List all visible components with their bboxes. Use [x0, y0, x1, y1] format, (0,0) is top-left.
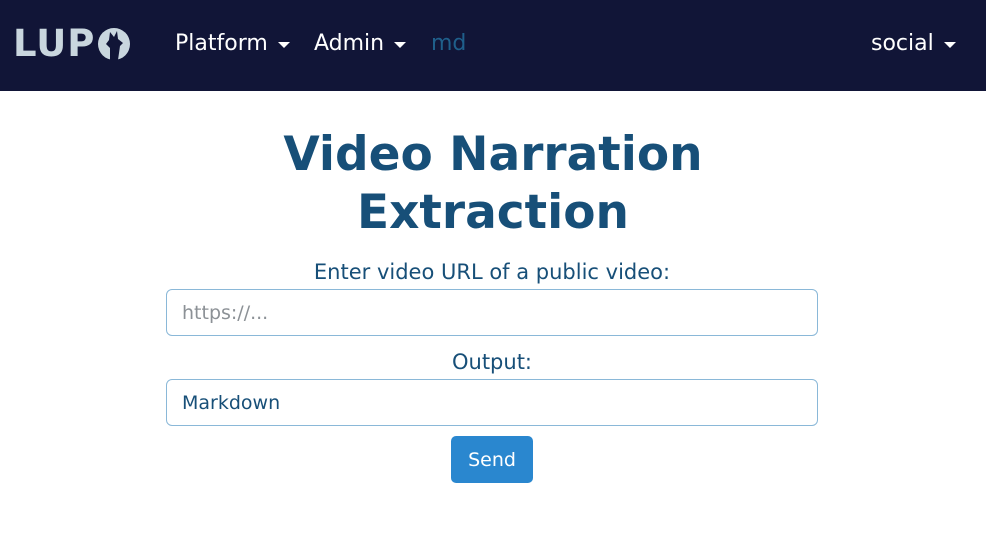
nav-social-dropdown[interactable]: social	[871, 29, 956, 59]
page-title: Video Narration Extraction	[283, 127, 703, 240]
nav-platform-label: Platform	[175, 31, 268, 56]
nav-md-link[interactable]: md	[431, 29, 466, 59]
nav-social-label: social	[871, 31, 934, 56]
output-selected-value: Markdown	[182, 391, 281, 414]
url-label: Enter video URL of a public video:	[313, 260, 671, 284]
video-url-input[interactable]	[166, 289, 818, 336]
nav-platform-dropdown[interactable]: Platform	[175, 29, 290, 59]
caret-down-icon	[943, 42, 956, 48]
nav-admin-dropdown[interactable]: Admin	[314, 29, 407, 59]
nav-md-label: md	[431, 31, 467, 56]
send-button[interactable]: Send	[451, 436, 533, 483]
logo[interactable]: LUP	[13, 24, 132, 64]
navbar: LUP Platform Admin md social	[0, 0, 986, 91]
output-format-select[interactable]: Markdown	[166, 379, 818, 426]
caret-down-icon	[277, 42, 290, 48]
nav-admin-label: Admin	[314, 31, 385, 56]
caret-down-icon	[394, 42, 407, 48]
logo-text: LUP	[13, 22, 96, 65]
output-label: Output:	[451, 350, 533, 374]
wolf-logo-icon	[98, 28, 131, 60]
